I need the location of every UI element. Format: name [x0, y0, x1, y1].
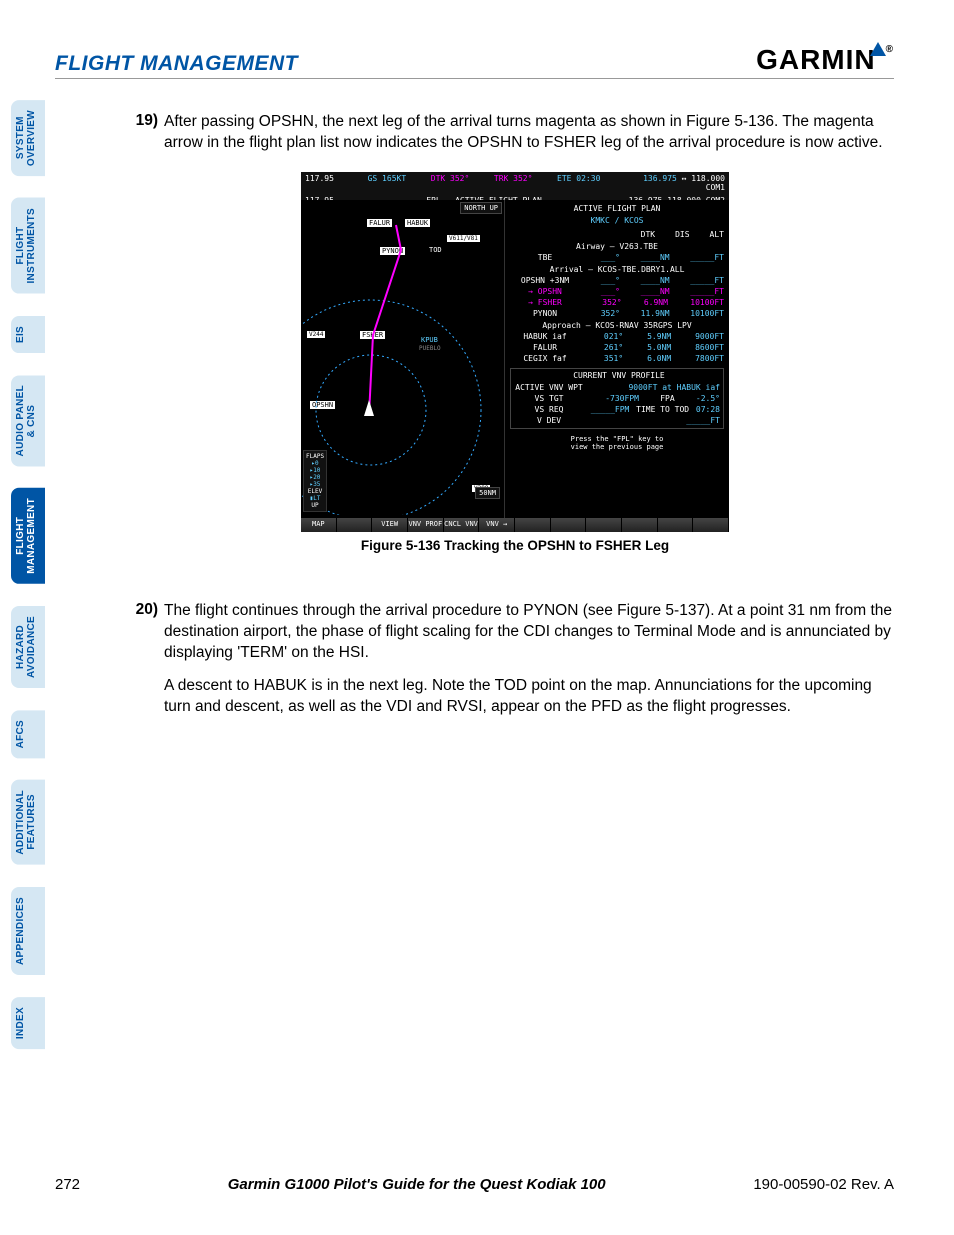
softkey[interactable] [551, 518, 587, 532]
main-content: 19) After passing OPSHN, the next leg of… [130, 112, 900, 735]
step-19: 19) After passing OPSHN, the next leg of… [130, 112, 900, 154]
sidebar-tab[interactable]: INDEX [11, 997, 45, 1049]
sidebar-tab[interactable]: APPENDICES [11, 887, 45, 975]
garmin-logo: GARMIN® [756, 44, 894, 76]
page-number: 272 [55, 1176, 80, 1193]
softkey[interactable]: CNCL VNV [444, 518, 480, 532]
page-header: FLIGHT MANAGEMENT GARMIN® [55, 44, 894, 79]
section-title: FLIGHT MANAGEMENT [55, 52, 298, 76]
sidebar-tabs: SYSTEM OVERVIEW FLIGHT INSTRUMENTS EIS AUDI… [11, 100, 45, 1049]
sidebar-tab[interactable]: ADDITIONAL FEATURES [11, 780, 45, 865]
softkey-bar: MAP VIEWVNV PROFCNCL VNVVNV → [301, 518, 729, 532]
sidebar-tab[interactable]: HAZARD AVOIDANCE [11, 606, 45, 688]
softkey[interactable] [622, 518, 658, 532]
step-20: 20) The flight continues through the arr… [130, 601, 900, 718]
softkey[interactable]: MAP [301, 518, 337, 532]
sidebar-tab[interactable]: AFCS [11, 710, 45, 758]
manual-title: Garmin G1000 Pilot's Guide for the Quest… [228, 1176, 606, 1193]
step-text: The flight continues through the arrival… [164, 601, 900, 718]
step-number: 20) [130, 601, 164, 718]
softkey[interactable]: VNV → [479, 518, 515, 532]
step-text: After passing OPSHN, the next leg of the… [164, 112, 900, 154]
sidebar-tab[interactable]: FLIGHT INSTRUMENTS [11, 198, 45, 294]
figure-caption: Figure 5-136 Tracking the OPSHN to FSHER… [130, 538, 900, 553]
softkey[interactable] [337, 518, 373, 532]
softkey[interactable] [693, 518, 729, 532]
sidebar-tab[interactable]: EIS [11, 316, 45, 353]
mfd-screenshot: 117.95 GS 165KT DTK 352° TRK 352° ETE 02… [301, 172, 729, 532]
logo-triangle-icon [870, 42, 886, 56]
sidebar-tab[interactable]: AUDIO PANEL & CNS [11, 375, 45, 466]
sidebar-tab[interactable]: SYSTEM OVERVIEW [11, 100, 45, 176]
step-number: 19) [130, 112, 164, 154]
map-pane: NORTH UP FALUR HABUK PYNON TOD FSHER OPS… [301, 200, 506, 515]
revision-number: 190-00590-02 Rev. A [753, 1176, 894, 1193]
flight-plan-panel: ACTIVE FLIGHT PLAN KMKC / KCOS DTKDISALT… [504, 200, 729, 532]
softkey[interactable]: VNV PROF [408, 518, 444, 532]
softkey[interactable] [586, 518, 622, 532]
page-footer: 272 Garmin G1000 Pilot's Guide for the Q… [55, 1176, 894, 1193]
softkey[interactable]: VIEW [372, 518, 408, 532]
sidebar-tab[interactable]: FLIGHT MANAGEMENT [11, 488, 45, 584]
figure-5-136: 117.95 GS 165KT DTK 352° TRK 352° ETE 02… [130, 172, 900, 553]
softkey[interactable] [658, 518, 694, 532]
softkey[interactable] [515, 518, 551, 532]
